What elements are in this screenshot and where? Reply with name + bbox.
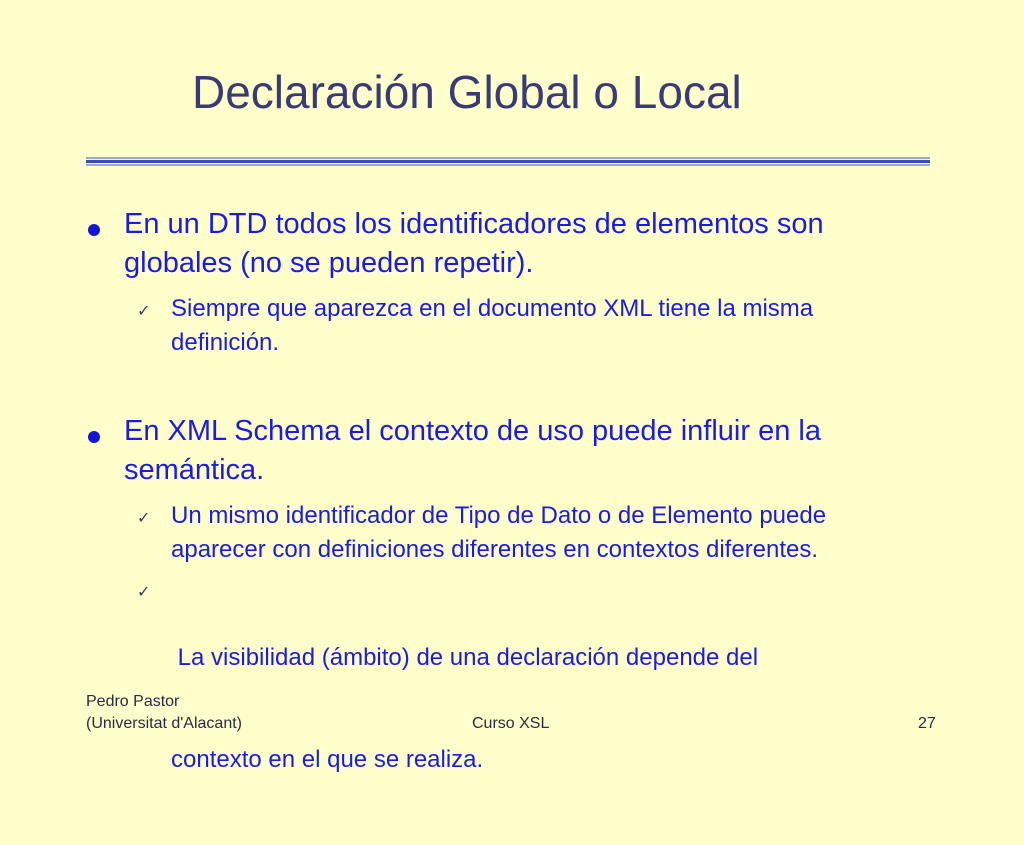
- sub-point-line: aparecer con definiciones diferentes en …: [171, 536, 819, 563]
- checkmark-icon: ✓: [137, 584, 151, 601]
- slide: Declaración Global o Local En un DTD tod…: [0, 0, 1024, 773]
- sub-point-line: contexto en el que se realiza.: [171, 746, 484, 773]
- sub-point-text: Siempre que aparezca en el documento XML…: [171, 292, 961, 360]
- sub-point-text: Un mismo identificador de Tipo de Dato o…: [171, 499, 961, 567]
- bullet-point-line: En un DTD todos los identificadores de e…: [124, 208, 824, 240]
- slide-title: Declaración Global o Local: [192, 66, 742, 118]
- bullet-icon: [88, 224, 100, 236]
- sub-point-line: definición.: [171, 329, 280, 356]
- title-divider-top-line: [86, 157, 930, 159]
- bullet-point-line: globales (no se pueden repetir).: [124, 247, 534, 279]
- footer-author-block: Pedro Pastor (Universitat d'Alacant): [86, 691, 242, 735]
- bullet-point-text: En un DTD todos los identificadores de e…: [124, 205, 954, 283]
- bullet-point-line: En XML Schema el contexto de uso puede i…: [124, 415, 821, 447]
- sub-point-line: Siempre que aparezca en el documento XML…: [171, 295, 814, 322]
- sub-point-text: La visibilidad (ámbito) de una declaraci…: [171, 573, 961, 845]
- title-divider: [86, 160, 930, 163]
- bullet-point-text: En XML Schema el contexto de uso puede i…: [124, 412, 954, 490]
- footer-page-number: 27: [918, 715, 936, 732]
- sub-point-line: La visibilidad (ámbito) de una declaraci…: [171, 644, 759, 671]
- sub-point-line: Un mismo identificador de Tipo de Dato o…: [171, 502, 827, 529]
- footer-institution: (Universitat d'Alacant): [86, 715, 242, 732]
- footer-author: Pedro Pastor: [86, 693, 180, 710]
- title-divider-bottom-line: [86, 164, 930, 166]
- bullet-point-line: semántica.: [124, 454, 265, 486]
- footer-course: Curso XSL: [472, 715, 550, 732]
- checkmark-icon: ✓: [137, 510, 151, 527]
- bullet-icon: [88, 431, 100, 443]
- checkmark-icon: ✓: [137, 303, 151, 320]
